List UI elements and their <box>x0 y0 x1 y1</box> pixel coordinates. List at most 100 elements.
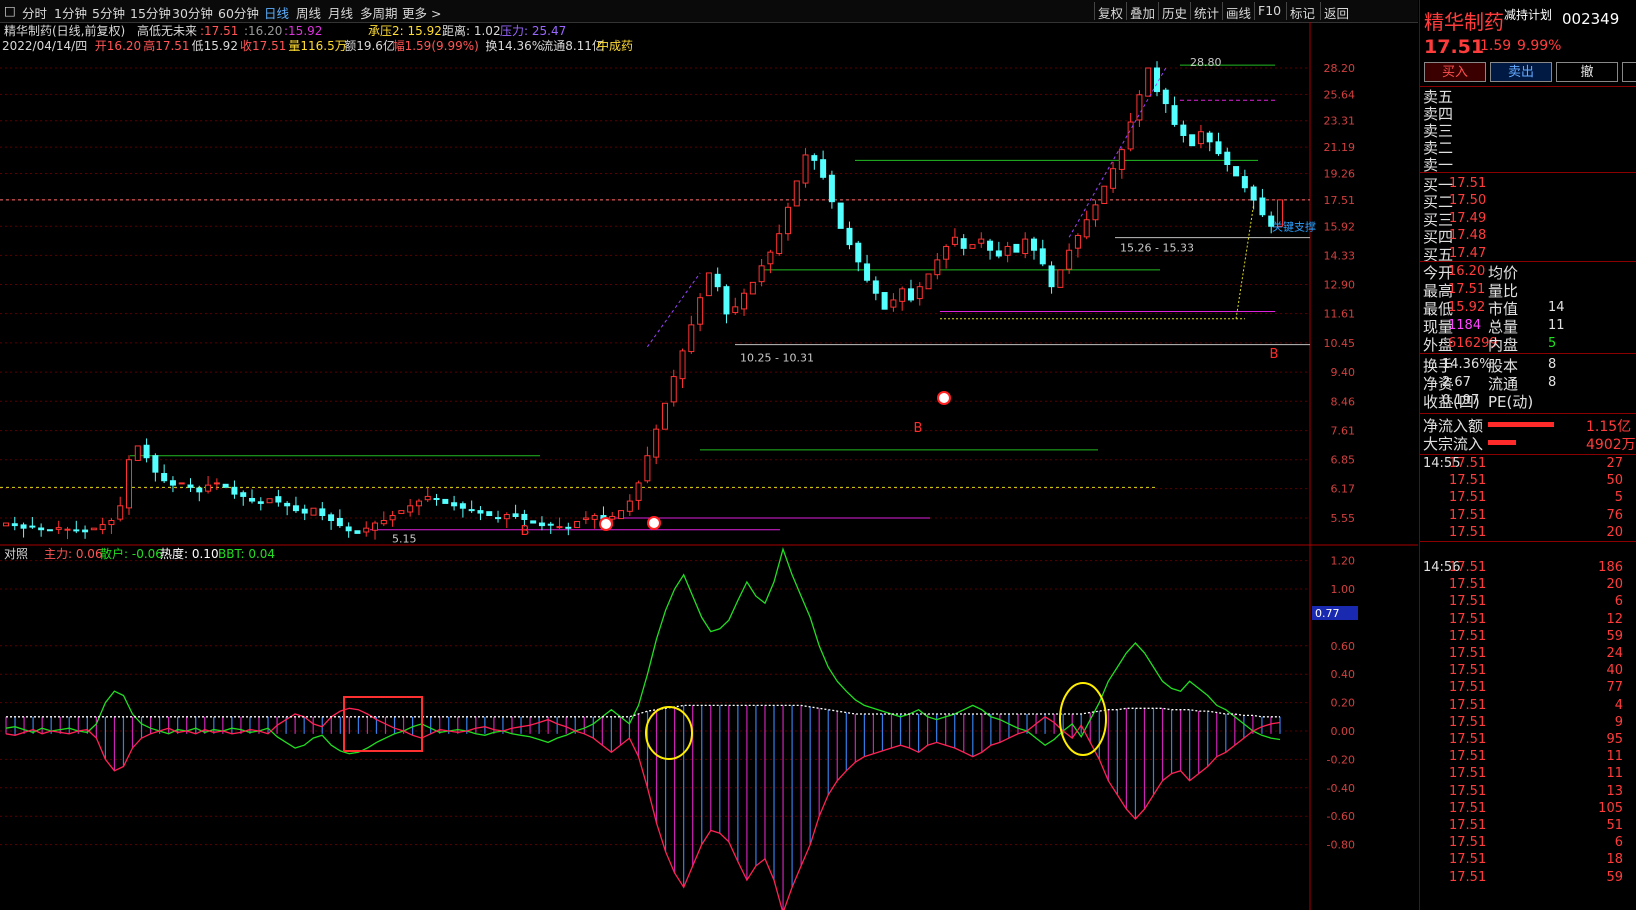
candle-down <box>336 517 343 527</box>
candle-up <box>767 251 774 265</box>
quote-sidebar: 精华制药 减持计划 002349 17.51 1.59 9.99% 买入 卖出 … <box>1419 0 1636 910</box>
tick-price: 17.51 <box>1449 869 1487 885</box>
candle-down <box>1250 186 1257 201</box>
candle-down <box>828 174 835 203</box>
more-button[interactable] <box>1622 62 1636 82</box>
tick-price: 17.51 <box>1449 818 1487 833</box>
ohlc-field: 开16.20 <box>95 39 141 53</box>
candle-up <box>969 244 976 249</box>
candle-up <box>1101 185 1108 204</box>
candle-up <box>697 297 704 325</box>
candle-down <box>1215 141 1222 155</box>
price-pct: 9.99% <box>1517 38 1562 54</box>
tick-volume: 20 <box>1606 577 1623 593</box>
tick-price: 17.51 <box>1449 456 1487 471</box>
tick-price: 17.51 <box>1449 507 1487 523</box>
tick-volume: 105 <box>1598 800 1623 816</box>
candle-up <box>574 521 581 528</box>
candle-down <box>161 473 168 482</box>
candle-down <box>11 523 18 527</box>
tick-volume: 4 <box>1614 697 1623 713</box>
stat-value: 1184 <box>1448 318 1482 333</box>
candle-down <box>468 509 475 512</box>
tick-volume: 6 <box>1614 835 1623 851</box>
ohlc-field: 收17.51 <box>240 39 286 53</box>
buy-button[interactable]: 买入 <box>1424 62 1486 82</box>
ohlc-field: 流通8.11亿 <box>541 38 604 53</box>
bid-level-price: 17.49 <box>1449 210 1487 226</box>
price-tick-label: 23.31 <box>1324 115 1356 128</box>
osc-tick-label: 0.00 <box>1331 725 1356 738</box>
candle-up <box>424 495 431 501</box>
candle-down <box>231 486 238 495</box>
candle-up <box>899 288 906 302</box>
tick-volume: 11 <box>1606 766 1623 782</box>
candle-up <box>108 520 115 526</box>
stock-tag[interactable]: 减持计划 <box>1504 6 1552 23</box>
candle-up <box>741 292 748 310</box>
candle-down <box>846 227 853 246</box>
candle-down <box>284 502 291 507</box>
tick-volume: 27 <box>1606 456 1623 471</box>
tick-price: 17.51 <box>1449 560 1487 575</box>
cancel-button[interactable]: 撤 <box>1556 62 1618 82</box>
tick-volume: 12 <box>1606 611 1623 627</box>
current-value-label: 0.77 <box>1315 607 1340 620</box>
candle-down <box>240 492 247 497</box>
stat-value: 0.197 <box>1442 393 1480 408</box>
candle-down <box>1233 166 1240 177</box>
candle-down <box>46 529 53 532</box>
tick-volume: 59 <box>1606 869 1623 885</box>
divider <box>1420 454 1636 455</box>
candle-up <box>363 527 370 533</box>
candle-down <box>187 484 194 488</box>
indicator-value: :15.92 <box>284 24 322 38</box>
tick-price: 17.51 <box>1449 594 1487 610</box>
candle-up <box>372 522 379 531</box>
candle-up <box>776 233 783 255</box>
tick-volume: 11 <box>1606 749 1623 765</box>
stat-label: 内盘 <box>1488 336 1519 354</box>
ohlc-field: 额19.6亿 <box>344 38 395 53</box>
candle-up <box>934 259 941 276</box>
candle-up <box>415 500 422 507</box>
tick-volume: 40 <box>1606 663 1623 679</box>
candle-up <box>55 527 62 530</box>
stat-value: 8 <box>1548 357 1557 372</box>
candle-up <box>618 510 625 520</box>
flow-label: 大宗流入 <box>1423 435 1484 453</box>
candle-up <box>1118 149 1125 170</box>
ohlc-field: 换14.36% <box>485 39 543 53</box>
tick-volume: 76 <box>1606 507 1623 523</box>
candle-up <box>890 299 897 308</box>
price-tick-label: 14.33 <box>1324 249 1356 262</box>
zone-label: 15.26 - 15.33 <box>1120 241 1194 254</box>
candle-up <box>1197 131 1204 145</box>
candle-up <box>1022 238 1029 255</box>
series-retail-line <box>5 707 1281 910</box>
candle-up <box>503 514 510 520</box>
sell-button[interactable]: 卖出 <box>1490 62 1552 82</box>
ohlc-field: 量116.5万 <box>288 39 346 53</box>
tick-volume: 50 <box>1606 473 1623 489</box>
tick-price: 17.51 <box>1449 577 1487 593</box>
candle-up <box>178 482 185 485</box>
candle-down <box>143 444 150 459</box>
candle-down <box>495 517 502 520</box>
candle-down <box>275 496 282 503</box>
candle-down <box>565 526 572 529</box>
candle-up <box>1074 234 1081 249</box>
osc-heat-label: 热度: 0.10 <box>160 546 219 561</box>
price-change: 1.59 <box>1480 38 1512 54</box>
price-tick-label: 15.92 <box>1324 220 1356 233</box>
osc-tick-label: 0.60 <box>1331 640 1356 653</box>
plus-circle-marker <box>647 516 661 530</box>
stock-code: 002349 <box>1562 10 1620 28</box>
candle-up <box>644 455 651 482</box>
candle-up <box>626 500 633 512</box>
candle-down <box>820 159 827 178</box>
flow-bar <box>1488 440 1516 445</box>
candle-down <box>521 513 528 521</box>
candle-down <box>459 503 466 509</box>
osc-title: 对照 <box>4 547 28 561</box>
